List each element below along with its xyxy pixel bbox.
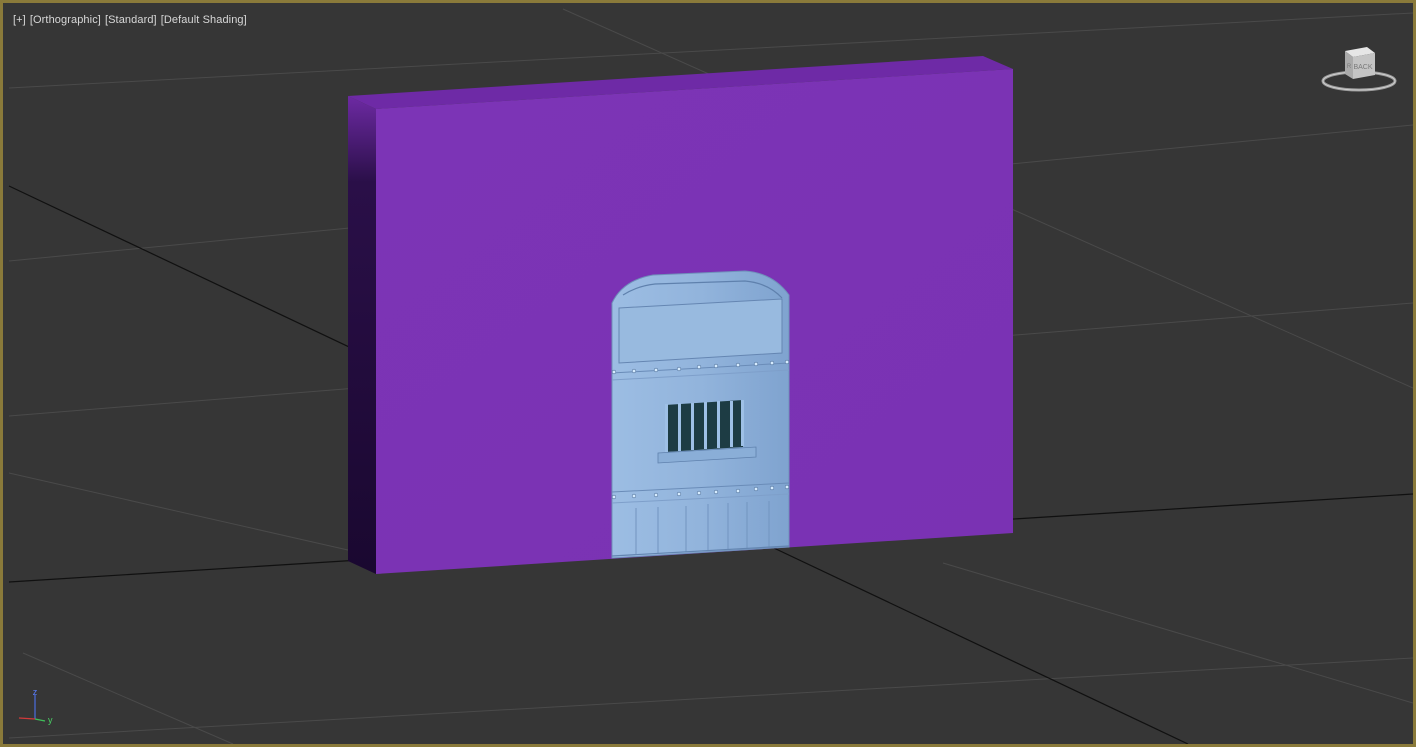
y-axis-line xyxy=(34,718,46,722)
viewport-style-menu[interactable]: [Standard] xyxy=(105,14,157,26)
viewport-perspective[interactable]: [+] [Orthographic] [Standard] [Default Shad… xyxy=(0,0,1416,747)
door-window xyxy=(657,400,757,464)
door-upper-panel xyxy=(618,298,783,364)
viewcube-face-label: BACK xyxy=(1353,64,1372,71)
wall-side-face[interactable] xyxy=(348,96,376,574)
viewport-view-menu[interactable]: [Orthographic] xyxy=(30,14,101,26)
viewcube-side-label: R xyxy=(1347,64,1352,70)
door-object[interactable] xyxy=(611,270,790,559)
axis-tripod: z y xyxy=(18,687,53,725)
scene-canvas[interactable] xyxy=(3,3,1416,747)
x-axis-line xyxy=(18,717,36,720)
viewport-label-menu: [+] [Orthographic] [Standard] [Default Shad… xyxy=(13,14,247,26)
z-axis-label: z xyxy=(33,687,38,697)
viewport-plus-menu[interactable]: [+] xyxy=(13,14,26,26)
viewcube[interactable]: BACK R xyxy=(1319,43,1399,95)
y-axis-label: y xyxy=(48,715,53,725)
viewport-shading-menu[interactable]: [Default Shading] xyxy=(161,14,247,26)
